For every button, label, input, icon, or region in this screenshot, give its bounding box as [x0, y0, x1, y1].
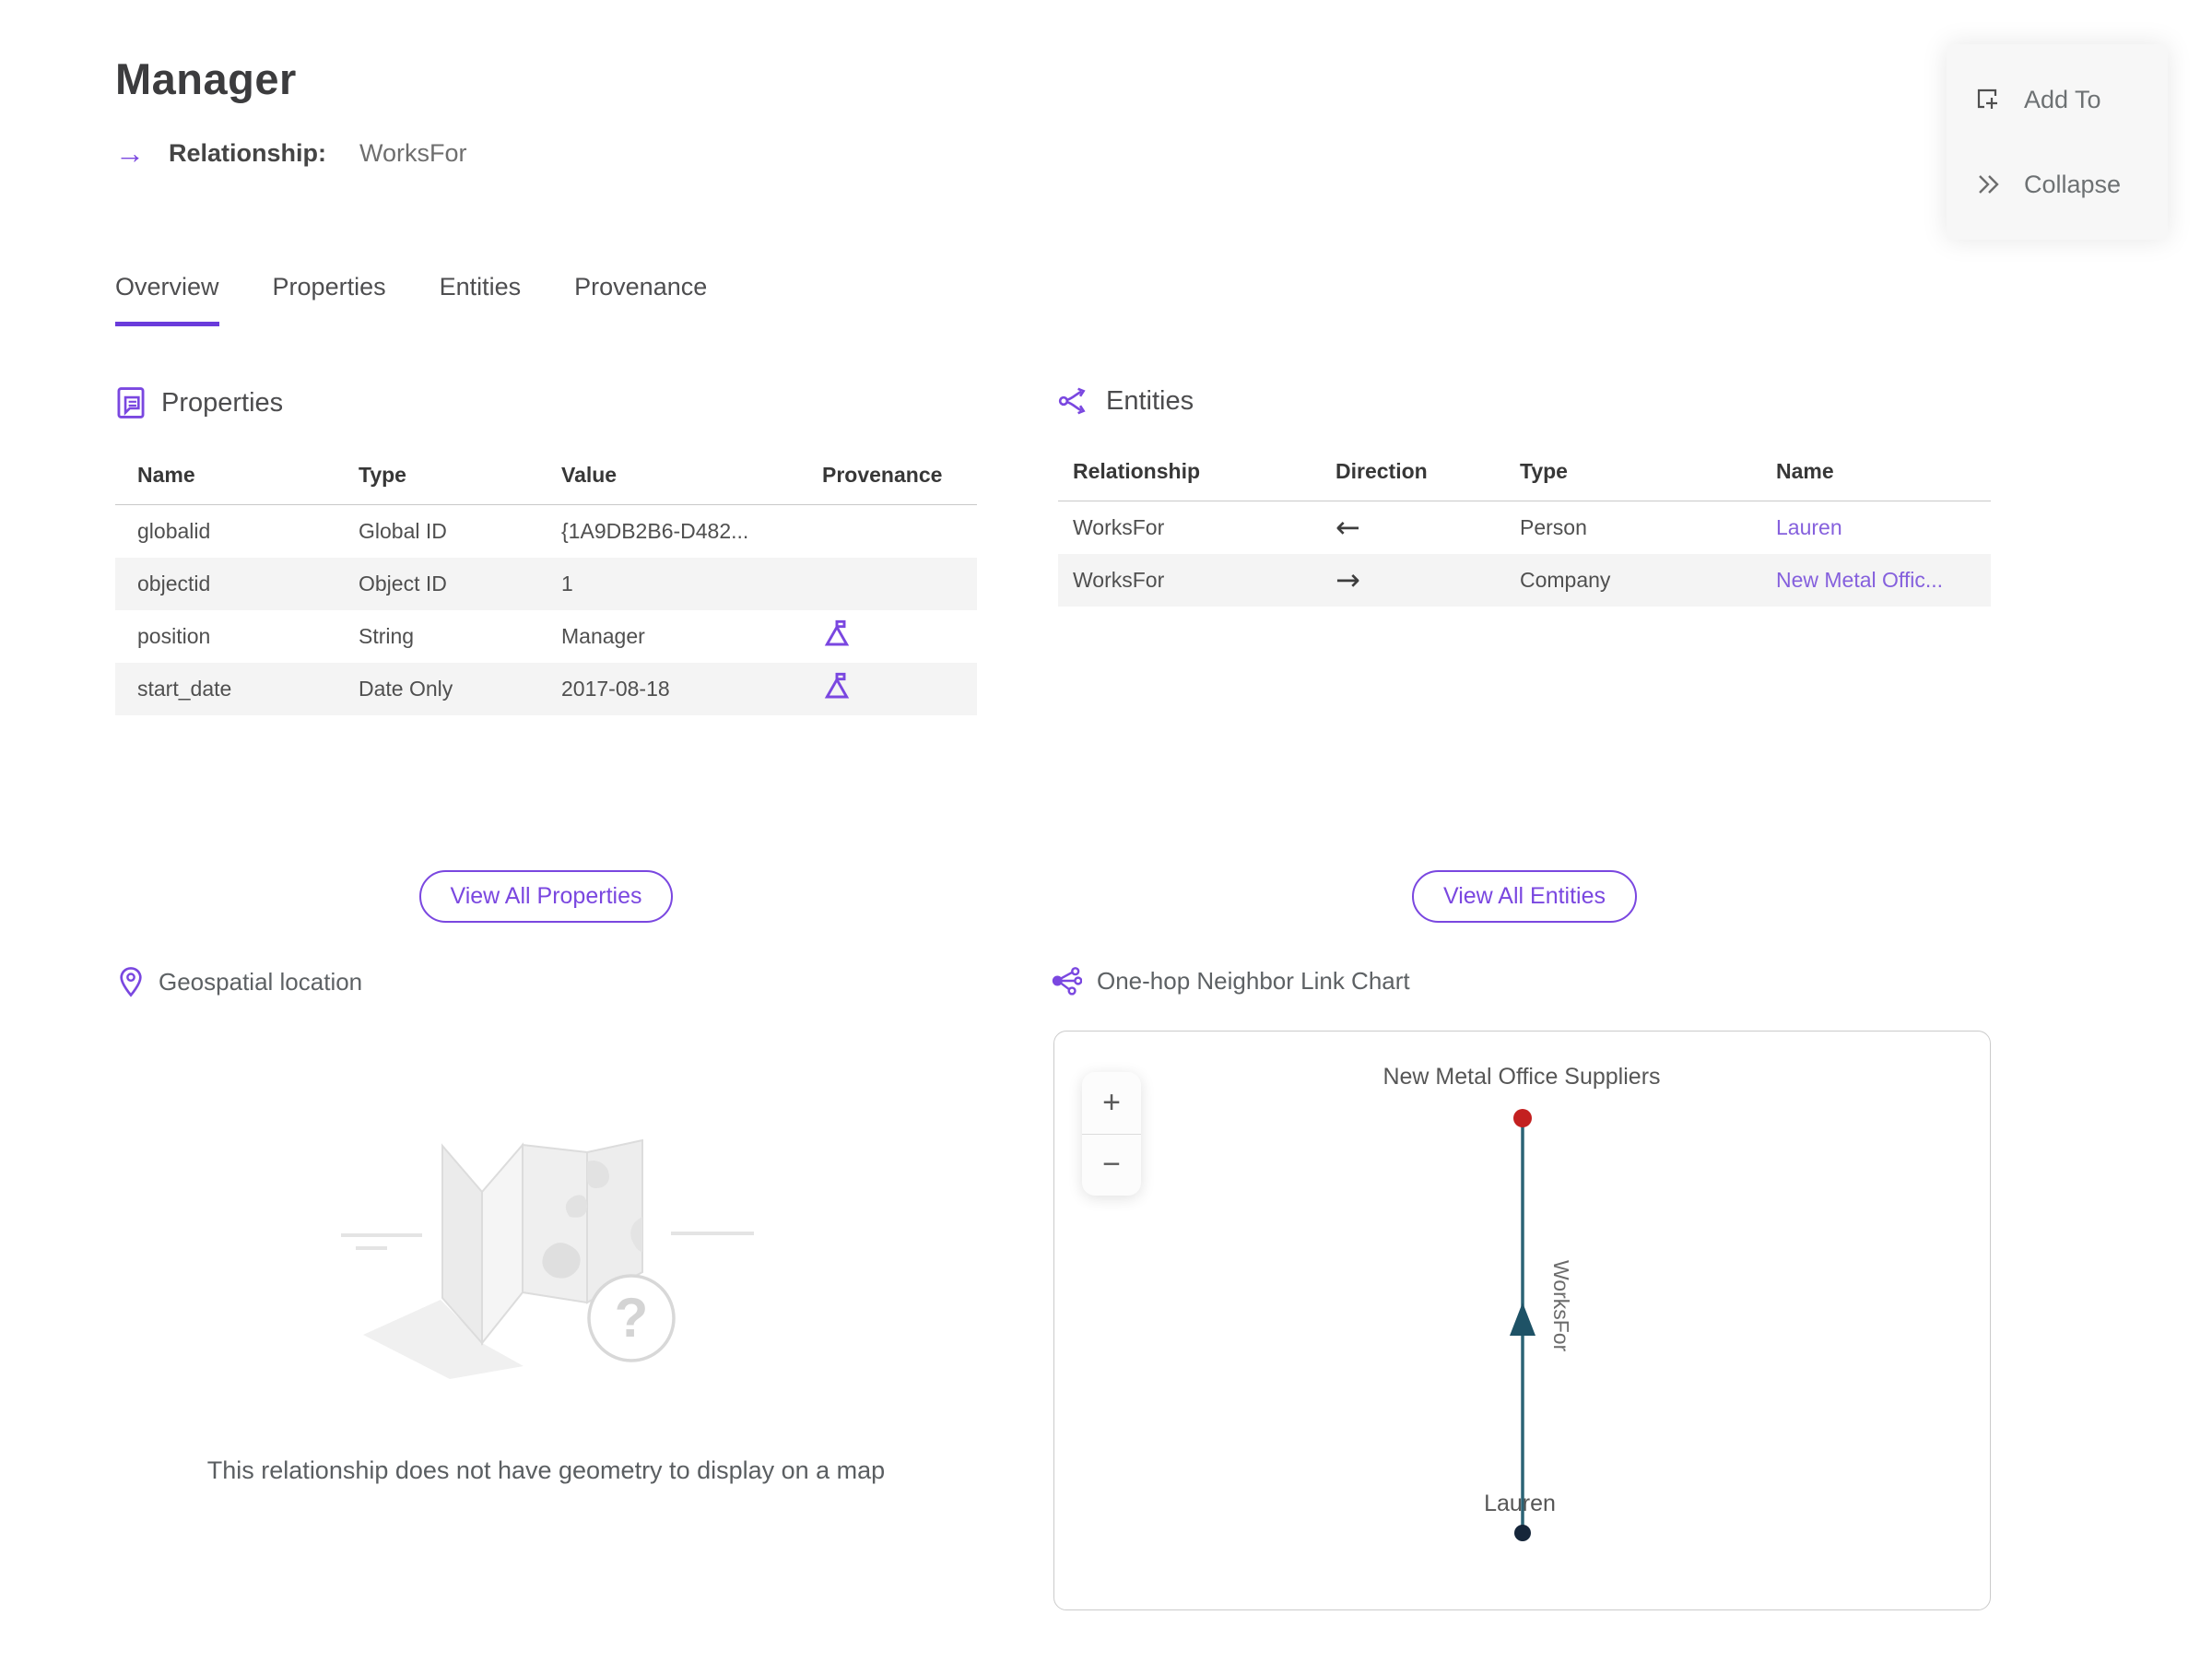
property-value: {1A9DB2B6-D482...	[561, 518, 749, 543]
relationship-arrow-icon: →	[115, 136, 145, 170]
view-all-properties-button[interactable]: View All Properties	[418, 870, 674, 923]
property-provenance	[800, 663, 977, 715]
entity-name-link[interactable]: New Metal Offic...	[1761, 554, 1991, 607]
direction-arrow: →	[1335, 562, 1360, 597]
table-row: position String Manager	[115, 610, 977, 663]
relationship-subtitle: → Relationship: WorksFor	[115, 138, 467, 168]
provenance-flag-icon[interactable]	[822, 619, 852, 648]
property-provenance	[800, 505, 977, 558]
geospatial-section-header: Geospatial location	[118, 966, 362, 997]
col-header-type: Type	[1505, 448, 1761, 501]
property-name: globalid	[137, 518, 211, 543]
chart-node-person[interactable]	[1514, 1525, 1531, 1541]
page-title: Manager	[115, 54, 297, 103]
col-header-provenance: Provenance	[800, 452, 977, 505]
col-header-relationship: Relationship	[1058, 448, 1321, 501]
relationship-detail-page: Manager → Relationship: WorksFor Add To …	[0, 0, 2212, 1674]
table-row: objectid Object ID 1	[115, 557, 977, 610]
entity-relationship: WorksFor	[1073, 567, 1165, 592]
table-row: globalid Global ID {1A9DB2B6-D482...	[115, 505, 977, 558]
property-type: Object ID	[359, 571, 447, 595]
entities-icon	[1058, 387, 1086, 415]
view-all-properties-wrap: View All Properties	[115, 870, 977, 923]
link-chart-icon	[1052, 967, 1082, 996]
map-placeholder-illustration: ?	[341, 1138, 754, 1379]
properties-table-header-row: Name Type Value Provenance	[115, 452, 977, 505]
col-header-name: Name	[1761, 448, 1991, 501]
entities-section-header: Entities	[1058, 385, 1991, 417]
property-type: Global ID	[359, 518, 447, 543]
collapse-chevrons-icon	[1979, 175, 1999, 194]
entities-section-title: Entities	[1106, 385, 1194, 416]
tab-entities[interactable]: Entities	[440, 273, 522, 326]
tab-overview[interactable]: Overview	[115, 273, 219, 326]
entity-relationship: WorksFor	[1073, 514, 1165, 539]
col-header-type: Type	[336, 452, 539, 505]
provenance-flag-icon[interactable]	[822, 671, 852, 701]
entities-table: Relationship Direction Type Name WorksFo…	[1058, 448, 1991, 607]
link-chart-graph: New Metal Office Suppliers WorksFor Laur…	[1382, 1064, 1661, 1541]
chart-node-label-person: Lauren	[1484, 1491, 1556, 1516]
link-chart-canvas[interactable]: New Metal Office Suppliers WorksFor Laur…	[1053, 1031, 1991, 1610]
chart-zoom-control: + −	[1082, 1072, 1141, 1196]
view-all-entities-wrap: View All Entities	[1058, 870, 1991, 923]
link-chart-section-header: One-hop Neighbor Link Chart	[1051, 966, 1410, 996]
property-provenance	[800, 558, 977, 610]
col-header-value: Value	[539, 452, 800, 505]
map-pin-icon	[120, 967, 142, 997]
col-header-name: Name	[115, 452, 336, 505]
properties-table: Name Type Value Provenance globalid Glob…	[115, 452, 977, 715]
geospatial-section-title: Geospatial location	[159, 967, 363, 996]
col-header-direction: Direction	[1321, 448, 1505, 501]
tab-properties[interactable]: Properties	[273, 273, 386, 326]
chart-edge-arrowhead	[1510, 1303, 1535, 1336]
property-value: Manager	[561, 623, 645, 648]
actions-card: Add To Collapse	[1947, 44, 2168, 240]
property-provenance	[800, 610, 977, 663]
collapse-label: Collapse	[2024, 170, 2122, 198]
tab-bar: Overview Properties Entities Provenance	[115, 273, 707, 326]
add-to-label: Add To	[2024, 85, 2101, 113]
property-name: position	[137, 623, 211, 648]
direction-arrow: ←	[1335, 510, 1360, 546]
entity-name-link[interactable]: Lauren	[1761, 501, 1991, 554]
tab-provenance[interactable]: Provenance	[574, 273, 707, 326]
properties-section: Properties Name Type Value Provenance gl…	[115, 385, 977, 715]
chart-node-label-company: New Metal Office Suppliers	[1382, 1064, 1660, 1090]
zoom-in-button[interactable]: +	[1082, 1072, 1141, 1134]
entities-table-header-row: Relationship Direction Type Name	[1058, 448, 1991, 501]
table-row: start_date Date Only 2017-08-18	[115, 662, 977, 715]
property-type: String	[359, 623, 415, 648]
entity-type: Company	[1520, 567, 1611, 592]
property-name: objectid	[137, 571, 211, 595]
table-row: WorksFor ← Person Lauren	[1058, 501, 1991, 554]
entity-type: Person	[1520, 514, 1587, 539]
add-to-button[interactable]: Add To	[1947, 86, 2168, 114]
zoom-out-button[interactable]: −	[1082, 1133, 1141, 1197]
table-row: WorksFor → Company New Metal Offic...	[1058, 553, 1991, 607]
property-value: 1	[561, 571, 573, 595]
geospatial-empty-message: This relationship does not have geometry…	[206, 1456, 886, 1484]
svg-text:?: ?	[615, 1287, 649, 1349]
relationship-label: Relationship:	[169, 138, 327, 167]
properties-section-header: Properties	[115, 385, 977, 420]
add-to-icon	[1977, 88, 1997, 109]
view-all-entities-button[interactable]: View All Entities	[1411, 870, 1637, 923]
collapse-button[interactable]: Collapse	[1947, 171, 2168, 199]
property-name: start_date	[137, 676, 232, 701]
property-type: Date Only	[359, 676, 453, 701]
entities-section: Entities Relationship Direction Type Nam…	[1058, 385, 1991, 607]
property-value: 2017-08-18	[561, 676, 670, 701]
chart-node-company[interactable]	[1513, 1109, 1532, 1127]
properties-icon	[117, 387, 145, 418]
relationship-type-value: WorksFor	[359, 138, 467, 167]
properties-section-title: Properties	[161, 387, 284, 418]
chart-edge-label: WorksFor	[1549, 1260, 1573, 1352]
link-chart-section-title: One-hop Neighbor Link Chart	[1097, 966, 1410, 995]
